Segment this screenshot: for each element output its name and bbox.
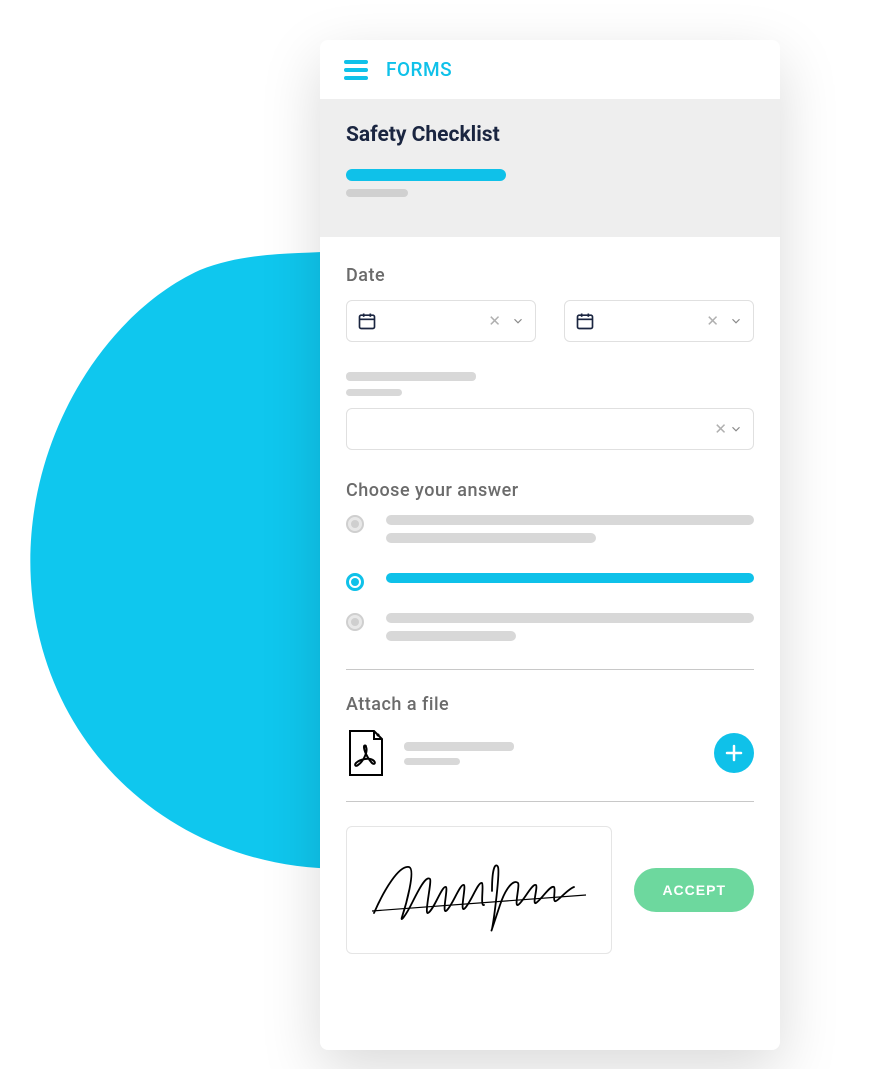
radio-option-text bbox=[386, 613, 754, 649]
accept-button[interactable]: ACCEPT bbox=[634, 868, 754, 912]
plus-icon bbox=[724, 743, 744, 763]
clear-icon[interactable]: ✕ bbox=[706, 312, 719, 330]
form-title: Safety Checklist bbox=[346, 123, 754, 147]
answer-label: Choose your answer bbox=[346, 480, 754, 501]
dropdown-field[interactable]: ✕ bbox=[346, 408, 754, 450]
radio-group bbox=[346, 515, 754, 670]
top-bar: FORMS bbox=[320, 40, 780, 99]
progress-indicator-secondary bbox=[346, 189, 408, 197]
date-input-to[interactable]: ✕ bbox=[564, 300, 754, 342]
chevron-down-icon bbox=[511, 314, 525, 328]
date-row: ✕ ✕ bbox=[346, 300, 754, 342]
attached-file-name bbox=[404, 742, 696, 765]
chevron-down-icon bbox=[729, 422, 743, 436]
signature-image bbox=[364, 845, 594, 935]
signature-row: ACCEPT bbox=[346, 826, 754, 954]
radio-option-3[interactable] bbox=[346, 613, 754, 649]
radio-option-text bbox=[386, 573, 754, 591]
form-header: Safety Checklist bbox=[320, 99, 780, 237]
chevron-down-icon bbox=[729, 314, 743, 328]
clear-icon[interactable]: ✕ bbox=[488, 312, 501, 330]
radio-icon[interactable] bbox=[346, 573, 364, 591]
radio-option-text bbox=[386, 515, 754, 551]
radio-option-2[interactable] bbox=[346, 573, 754, 591]
calendar-icon bbox=[575, 311, 595, 331]
placeholder-label bbox=[346, 372, 754, 396]
form-body: Date ✕ bbox=[320, 237, 780, 1050]
pdf-file-icon bbox=[346, 729, 386, 777]
phone-frame: FORMS Safety Checklist Date ✕ bbox=[320, 40, 780, 1050]
radio-icon[interactable] bbox=[346, 515, 364, 533]
clear-icon[interactable]: ✕ bbox=[714, 420, 727, 438]
menu-icon[interactable] bbox=[344, 60, 368, 80]
signature-pad[interactable] bbox=[346, 826, 612, 954]
add-file-button[interactable] bbox=[714, 733, 754, 773]
date-input-from[interactable]: ✕ bbox=[346, 300, 536, 342]
attach-section: Attach a file bbox=[346, 694, 754, 802]
progress-indicator-primary bbox=[346, 169, 506, 181]
attach-label: Attach a file bbox=[346, 694, 754, 715]
radio-option-1[interactable] bbox=[346, 515, 754, 551]
app-title: FORMS bbox=[386, 58, 452, 81]
radio-icon[interactable] bbox=[346, 613, 364, 631]
calendar-icon bbox=[357, 311, 377, 331]
date-label: Date bbox=[346, 265, 754, 286]
